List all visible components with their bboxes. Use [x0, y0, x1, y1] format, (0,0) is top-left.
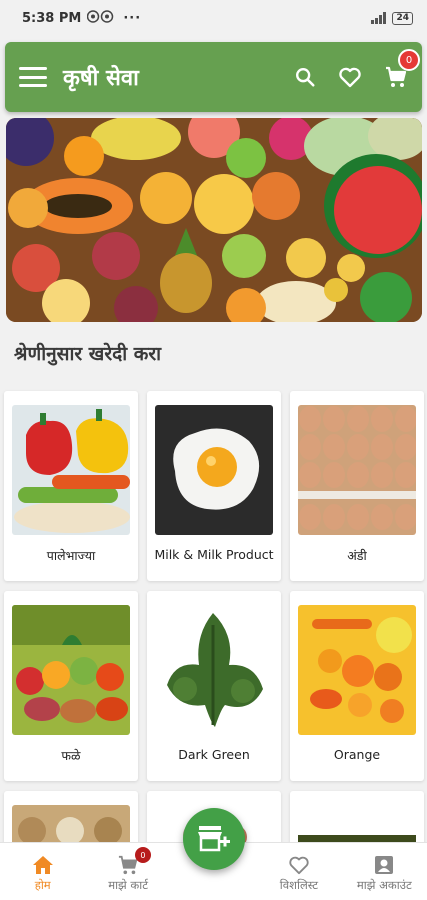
app-bar: कृषी सेवा 0 [5, 42, 422, 112]
nav-item-account[interactable]: माझे अकाउंट [342, 843, 427, 900]
heart-icon [289, 856, 309, 875]
category-card-fruits[interactable]: फळे [4, 591, 138, 781]
signal-icon [371, 12, 387, 24]
battery-icon: 24 [392, 11, 413, 25]
status-time: 5:38 PM [22, 10, 82, 26]
search-icon[interactable] [294, 66, 316, 88]
category-label: पालेभाज्या [46, 548, 96, 563]
app-title: कृषी सेवा [63, 66, 139, 91]
category-label: Orange [333, 747, 381, 762]
nav-label: विशलिस्ट [279, 878, 319, 892]
status-bar: 5:38 PM ··· 24 [0, 0, 427, 36]
heart-icon[interactable] [338, 66, 362, 88]
nav-label: माझे अकाउंट [356, 878, 412, 892]
category-label: Dark Green [178, 747, 250, 762]
category-label: Milk & Milk Product [154, 547, 274, 562]
nav-label: माझे कार्ट [108, 878, 149, 892]
home-icon [32, 856, 53, 874]
category-card-dark-green[interactable]: Dark Green [147, 591, 281, 781]
category-image [298, 405, 416, 535]
category-image [12, 405, 130, 535]
nav-label: होम [34, 878, 51, 892]
store-fab-button[interactable] [183, 808, 245, 870]
status-right: 24 [371, 11, 413, 25]
notification-icon [87, 9, 117, 27]
cart-count-badge: 0 [134, 847, 151, 863]
category-card-milk-products[interactable]: Milk & Milk Product [147, 391, 281, 581]
app-actions: 0 [294, 49, 420, 89]
category-image [298, 605, 416, 735]
cart-count-badge: 0 [398, 49, 420, 71]
account-icon [375, 856, 394, 874]
category-label: अंडी [347, 548, 367, 563]
category-card-eggs[interactable]: अंडी [290, 391, 424, 581]
category-grid: पालेभाज्या Milk & Milk Product अंडी फळे [4, 391, 424, 851]
section-title: श्रेणीनुसार खरेदी करा [14, 343, 162, 365]
category-image [12, 805, 130, 845]
status-left: 5:38 PM ··· [22, 9, 142, 27]
store-add-icon [198, 826, 230, 852]
more-dots-icon: ··· [123, 10, 142, 26]
fruit-banner-image[interactable] [6, 118, 422, 322]
cart-button[interactable]: 0 [384, 49, 420, 89]
nav-item-wishlist[interactable]: विशलिस्ट [256, 843, 341, 900]
category-image [298, 805, 416, 845]
category-card-leafy-vegetables[interactable]: पालेभाज्या [4, 391, 138, 581]
category-image [155, 405, 273, 535]
nav-item-home[interactable]: होम [0, 843, 85, 900]
category-label: फळे [61, 748, 81, 763]
category-image [155, 605, 273, 735]
nav-item-cart[interactable]: 0 माझे कार्ट [85, 843, 170, 900]
category-image [12, 605, 130, 735]
menu-icon[interactable] [19, 67, 47, 87]
category-card-orange[interactable]: Orange [290, 591, 424, 781]
